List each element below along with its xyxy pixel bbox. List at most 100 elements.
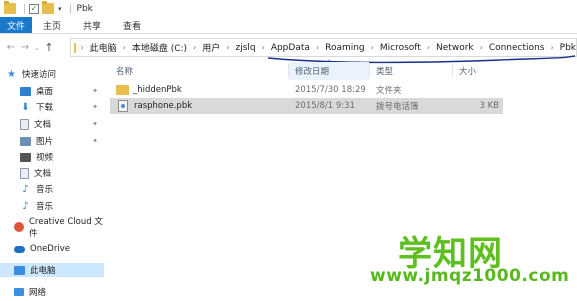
chevron-right-icon[interactable]: › bbox=[316, 43, 319, 52]
sidebar-item-label: 文档 bbox=[34, 120, 52, 130]
document-icon bbox=[20, 167, 29, 179]
breadcrumb-microsoft[interactable]: Microsoft bbox=[380, 43, 421, 53]
column-header-label: 类型 bbox=[376, 67, 394, 77]
breadcrumb-connections[interactable]: Connections bbox=[489, 43, 545, 53]
sidebar-item-creative-cloud[interactable]: Creative Cloud 文件 bbox=[0, 217, 104, 239]
chevron-right-icon[interactable]: › bbox=[226, 43, 229, 52]
chevron-right-icon[interactable]: › bbox=[262, 43, 265, 52]
file-date: 2015/7/30 18:29 bbox=[295, 85, 366, 95]
sidebar-item-label: 网络 bbox=[29, 288, 47, 298]
column-header-label: 大小 bbox=[459, 67, 477, 77]
sidebar-item-onedrive[interactable]: OneDrive bbox=[0, 242, 104, 256]
chevron-right-icon[interactable]: › bbox=[550, 43, 553, 52]
breadcrumb-user[interactable]: zjslq bbox=[235, 43, 255, 53]
breadcrumb-pbk[interactable]: Pbk bbox=[560, 43, 576, 53]
chevron-right-icon[interactable]: › bbox=[193, 43, 196, 52]
onedrive-icon bbox=[14, 245, 25, 253]
star-icon: ★ bbox=[7, 68, 16, 80]
file-name: rasphone.pbk bbox=[134, 101, 193, 111]
sidebar-item-videos[interactable]: 视频 bbox=[0, 150, 104, 164]
sidebar-item-music[interactable]: ♪ 音乐 bbox=[0, 182, 104, 196]
file-date: 2015/8/1 9:31 bbox=[295, 101, 355, 111]
customize-toolbar-dropdown-icon[interactable]: ▾ bbox=[58, 5, 62, 13]
title-bar: ✓ ▾ Pbk bbox=[0, 0, 577, 17]
network-icon bbox=[14, 288, 24, 296]
sidebar-item-label: OneDrive bbox=[30, 244, 70, 254]
column-header-type[interactable]: 类型 bbox=[370, 62, 452, 80]
sidebar-item-music-2[interactable]: ♪ 音乐 bbox=[0, 199, 104, 213]
sidebar-item-this-pc[interactable]: 此电脑 bbox=[0, 263, 104, 277]
column-header-label: 名称 bbox=[116, 67, 134, 77]
video-icon bbox=[20, 152, 31, 162]
sidebar-item-documents-2[interactable]: 文档 bbox=[0, 166, 104, 180]
breadcrumb-this-pc[interactable]: 此电脑 bbox=[90, 41, 117, 54]
creative-cloud-icon bbox=[14, 222, 24, 232]
back-arrow-icon[interactable]: ← bbox=[4, 39, 18, 57]
pin-icon[interactable]: ✦ bbox=[92, 120, 98, 128]
pin-icon[interactable]: ✦ bbox=[92, 103, 98, 111]
music-icon: ♪ bbox=[22, 200, 29, 212]
column-header-name[interactable]: 名称 bbox=[110, 62, 288, 80]
up-arrow-icon[interactable]: ↑ bbox=[42, 39, 56, 57]
recent-locations-dropdown-icon[interactable]: ⌄ bbox=[32, 39, 42, 57]
file-size: 3 KB bbox=[479, 101, 499, 111]
sidebar-item-label: 下载 bbox=[36, 103, 54, 113]
file-row-selected[interactable]: rasphone.pbk 2015/8/1 9:31 拨号电话簿 3 KB bbox=[110, 98, 503, 114]
divider bbox=[24, 3, 25, 14]
column-header-date[interactable]: ⌃ 修改日期 bbox=[289, 59, 369, 80]
music-icon: ♪ bbox=[22, 183, 29, 195]
pin-icon[interactable]: ✦ bbox=[92, 137, 98, 145]
pin-icon[interactable]: ✦ bbox=[92, 87, 98, 95]
chevron-right-icon[interactable]: › bbox=[480, 43, 483, 52]
properties-check-icon[interactable]: ✓ bbox=[29, 3, 39, 14]
navigation-pane: ★ 快速访问 桌面 ✦ ⬇ 下载 ✦ 文档 ✦ 图片 ✦ 视频 文档 ♪ 音乐 … bbox=[0, 60, 104, 301]
sidebar-item-label: 视频 bbox=[36, 153, 54, 163]
file-name-cell: _hiddenPbk bbox=[116, 82, 182, 98]
breadcrumb-roaming[interactable]: Roaming bbox=[325, 43, 365, 53]
sidebar-item-label: 快速访问 bbox=[22, 70, 57, 80]
chevron-right-icon[interactable]: › bbox=[80, 43, 83, 52]
tab-view[interactable]: 查看 bbox=[112, 17, 152, 33]
file-name: _hiddenPbk bbox=[133, 85, 182, 95]
address-bar[interactable]: › 此电脑 › 本地磁盘 (C:) › 用户 › zjslq › AppData… bbox=[70, 38, 577, 57]
document-icon bbox=[20, 118, 29, 130]
sidebar-item-documents[interactable]: 文档 ✦ bbox=[0, 117, 104, 131]
sidebar-item-label: 桌面 bbox=[36, 87, 54, 97]
phonebook-file-icon bbox=[118, 100, 128, 112]
ribbon-tabs: 文件 主页 共享 查看 bbox=[0, 17, 577, 34]
watermark-logo: 学知网 www.jmqz1000.com bbox=[370, 226, 570, 301]
sidebar-item-label: 音乐 bbox=[36, 185, 54, 195]
chevron-right-icon[interactable]: › bbox=[371, 43, 374, 52]
forward-arrow-icon[interactable]: → bbox=[18, 39, 32, 57]
chevron-right-icon[interactable]: › bbox=[123, 43, 126, 52]
file-row[interactable]: _hiddenPbk 2015/7/30 18:29 文件夹 bbox=[110, 82, 503, 98]
breadcrumb-users[interactable]: 用户 bbox=[202, 41, 220, 54]
tab-file[interactable]: 文件 bbox=[0, 17, 32, 33]
sidebar-item-downloads[interactable]: ⬇ 下载 ✦ bbox=[0, 100, 104, 114]
download-icon: ⬇ bbox=[21, 101, 30, 113]
sidebar-item-label: 图片 bbox=[36, 137, 54, 147]
sidebar-item-network[interactable]: 网络 bbox=[0, 285, 104, 299]
window-title: Pbk bbox=[76, 3, 93, 14]
navigation-bar: ← → ⌄ ↑ › 此电脑 › 本地磁盘 (C:) › 用户 › zjslq ›… bbox=[0, 35, 577, 60]
sidebar-item-label: 此电脑 bbox=[30, 266, 56, 276]
breadcrumb-local-disk[interactable]: 本地磁盘 (C:) bbox=[132, 41, 187, 54]
tab-home[interactable]: 主页 bbox=[32, 17, 72, 33]
sidebar-item-label: Creative Cloud 文件 bbox=[29, 217, 103, 239]
sidebar-item-quick-access[interactable]: ★ 快速访问 bbox=[0, 67, 104, 81]
chevron-right-icon[interactable]: › bbox=[427, 43, 430, 52]
sidebar-item-desktop[interactable]: 桌面 ✦ bbox=[0, 84, 104, 98]
sidebar-item-pictures[interactable]: 图片 ✦ bbox=[0, 134, 104, 148]
sidebar-item-label: 文档 bbox=[34, 169, 52, 179]
new-folder-icon[interactable] bbox=[42, 1, 54, 14]
breadcrumb-appdata[interactable]: AppData bbox=[271, 43, 310, 53]
column-header-size[interactable]: 大小 bbox=[453, 62, 513, 80]
folder-icon bbox=[116, 85, 129, 95]
folder-icon bbox=[4, 1, 16, 14]
file-name-cell: rasphone.pbk bbox=[116, 98, 192, 114]
divider bbox=[69, 3, 71, 14]
tab-share[interactable]: 共享 bbox=[72, 17, 112, 33]
folder-icon bbox=[74, 42, 77, 53]
breadcrumb-network[interactable]: Network bbox=[436, 43, 474, 53]
sidebar-item-label: 音乐 bbox=[36, 202, 54, 212]
